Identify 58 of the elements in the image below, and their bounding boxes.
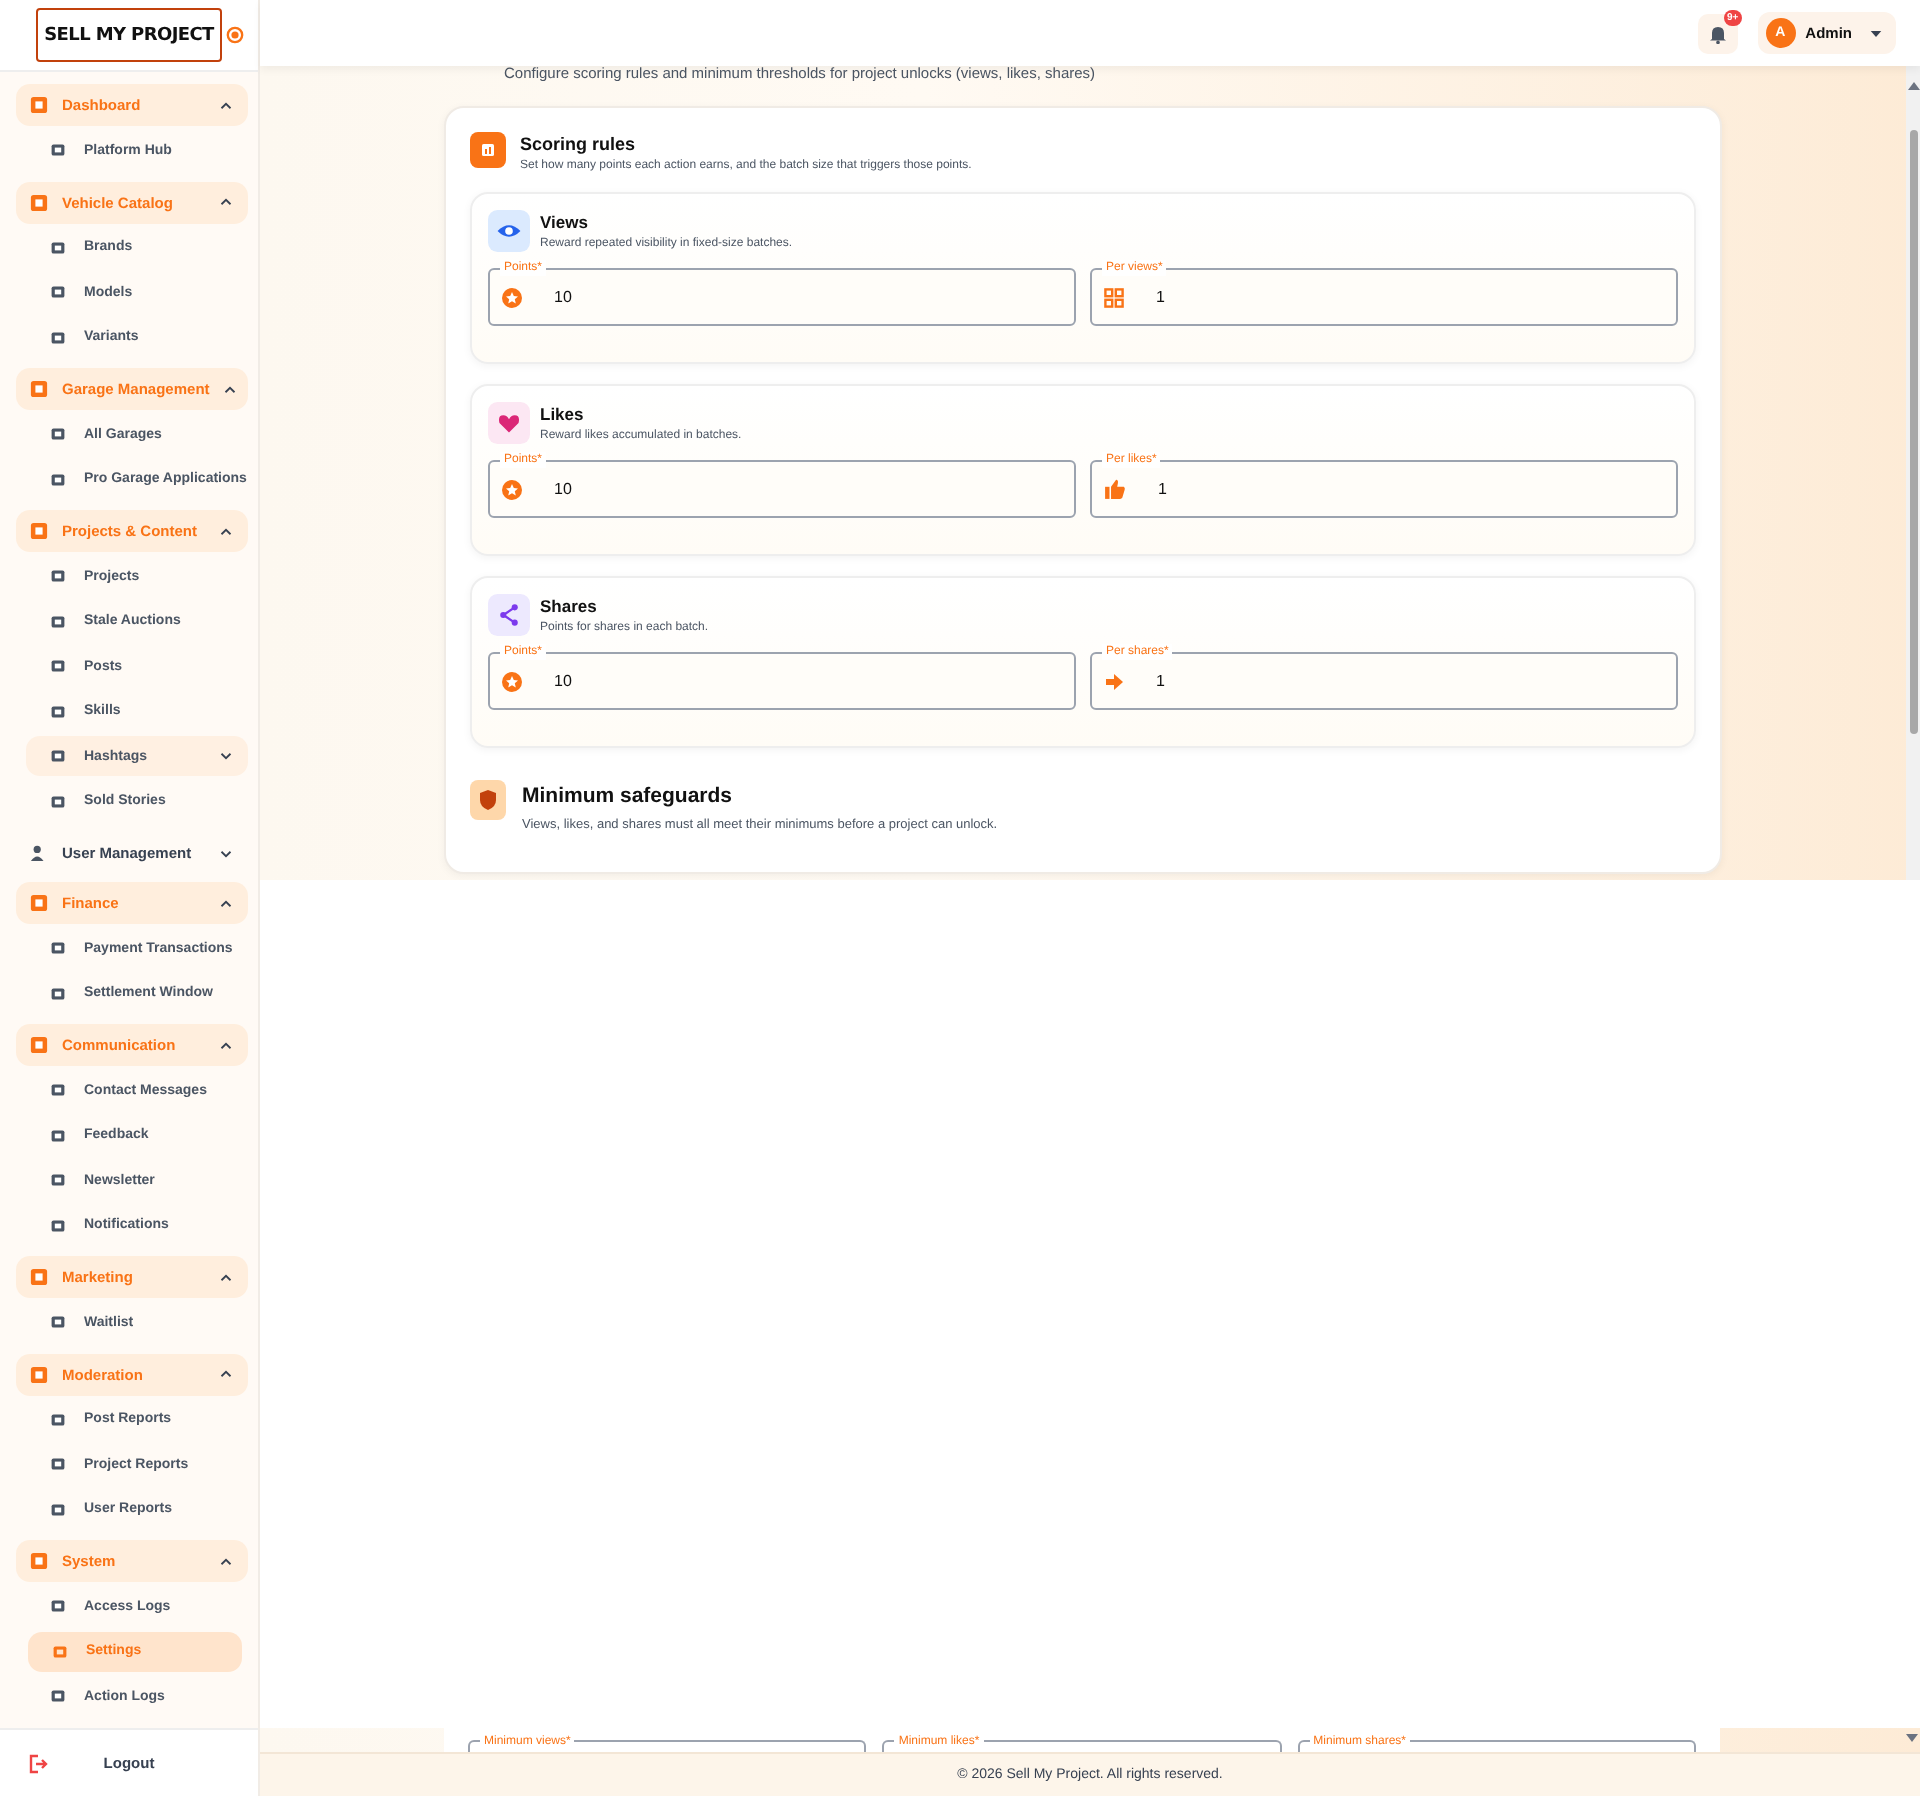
eye-icon [488,210,530,252]
rule-title: Likes [540,404,586,424]
section-title: Scoring rules [520,134,638,154]
section-icon [30,193,48,211]
nav-icon [50,1598,66,1615]
section-icon [30,1552,48,1570]
rule-title: Shares [540,596,599,616]
target-icon[interactable] [226,26,244,44]
section-icon [30,96,48,114]
shield-icon [470,780,506,820]
section-icon [30,894,48,912]
nav-icon [50,284,66,301]
caret-icon [1870,29,1882,37]
scroll-up-icon [1907,82,1919,90]
nav-icon [50,1314,66,1331]
chart-icon [470,132,506,168]
nav-icon [50,1688,66,1705]
section-title: Minimum safeguards [522,784,735,808]
scrollbar[interactable] [1906,66,1920,880]
nav-icon [50,1172,66,1189]
rule-title: Views [540,212,590,232]
nav-icon [50,703,66,720]
star-icon [502,287,522,307]
logout-icon [28,1753,48,1773]
nav-icon [50,1411,66,1428]
section-icon [30,522,48,540]
thumbs-up-icon [1104,478,1126,500]
nav-icon [50,142,66,159]
nav-icon [50,658,66,675]
scroll-down-icon[interactable] [1906,1734,1918,1742]
section-icon [30,1268,48,1286]
nav-icon [50,568,66,585]
nav-icon [50,426,66,443]
nav-icon [50,940,66,957]
users-icon [30,844,48,862]
grid-icon [1104,287,1124,307]
nav-icon [50,793,66,810]
arrow-right-icon [1104,671,1124,691]
share-icon [488,594,530,636]
nav-icon [50,1217,66,1234]
nav-icon [50,1082,66,1099]
nav-icon [50,748,66,764]
nav-icon [50,985,66,1002]
nav-icon [50,239,66,256]
nav-icon [52,1643,68,1659]
section-icon [30,1036,48,1054]
logo[interactable]: SELL MY PROJECT [36,8,222,62]
bell-icon [1707,23,1728,43]
section-icon [30,1365,48,1383]
nav-icon [50,471,66,488]
section-icon [30,380,48,398]
nav-icon [50,1501,66,1518]
star-icon [502,479,522,499]
star-icon [502,671,522,691]
nav-icon [50,329,66,346]
nav-icon [50,1127,66,1144]
nav-icon [50,613,66,630]
nav-icon [50,1456,66,1473]
